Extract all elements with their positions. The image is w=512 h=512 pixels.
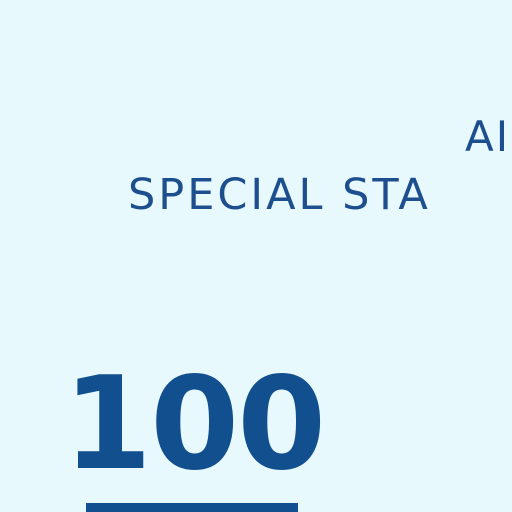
- note-crop: AI SPECIAL STA 100: [0, 0, 512, 512]
- header-line-2: SPECIAL STA: [128, 170, 431, 220]
- denomination-underline: [86, 503, 298, 512]
- header-line-1: AI: [465, 112, 511, 161]
- denomination-numeral: 100: [63, 350, 326, 499]
